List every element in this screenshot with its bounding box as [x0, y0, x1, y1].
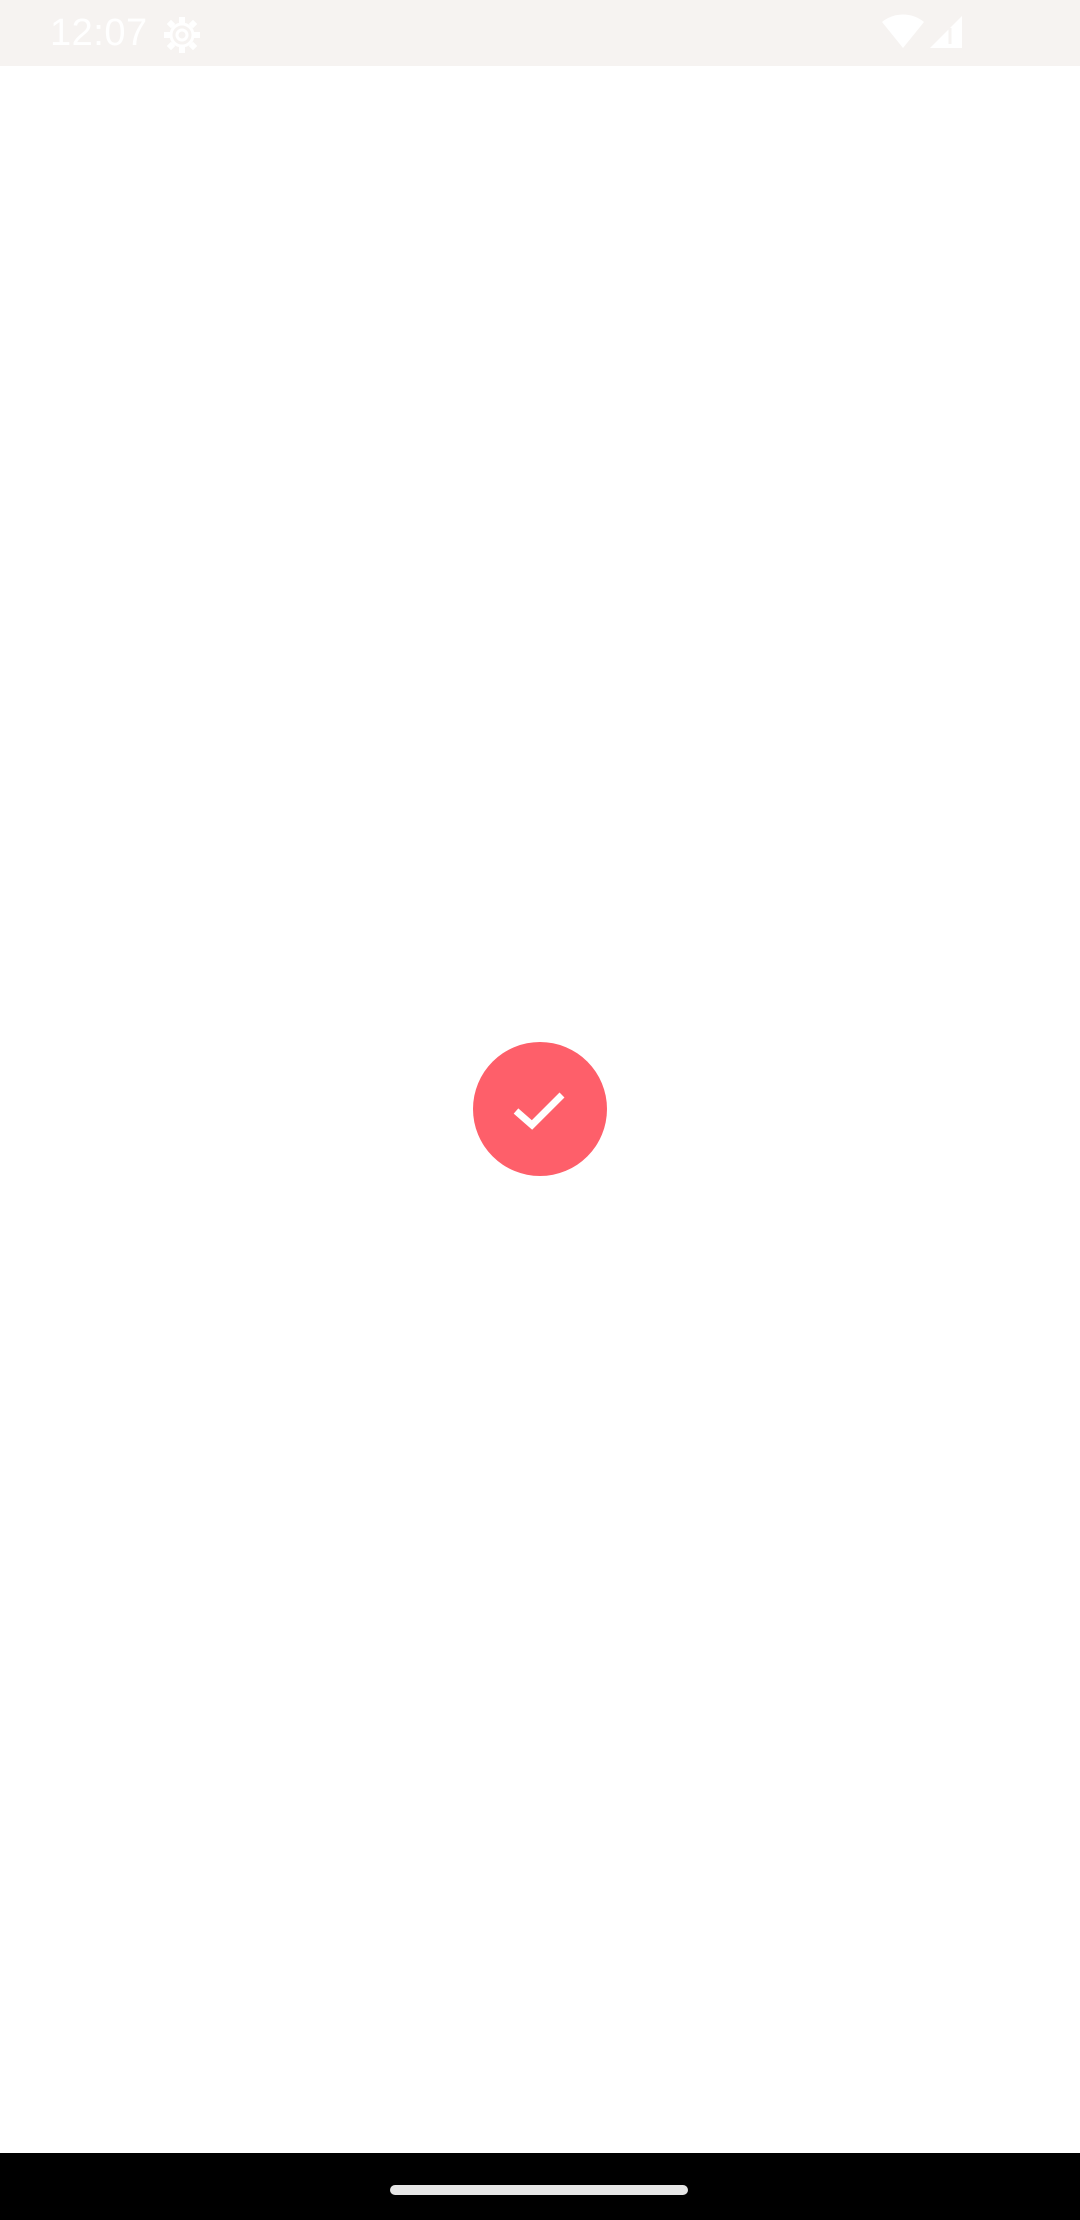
screen: 12:07 — [0, 0, 1080, 2220]
check-icon — [505, 1074, 575, 1144]
cellular-signal-icon — [928, 14, 964, 50]
status-bar: 12:07 — [0, 0, 1080, 66]
navigation-bar — [0, 2153, 1080, 2220]
settings-gear-icon — [162, 15, 202, 55]
wifi-icon — [880, 14, 926, 50]
success-check-badge — [473, 1042, 607, 1176]
status-time: 12:07 — [50, 12, 148, 54]
home-gesture-handle[interactable] — [390, 2185, 688, 2195]
